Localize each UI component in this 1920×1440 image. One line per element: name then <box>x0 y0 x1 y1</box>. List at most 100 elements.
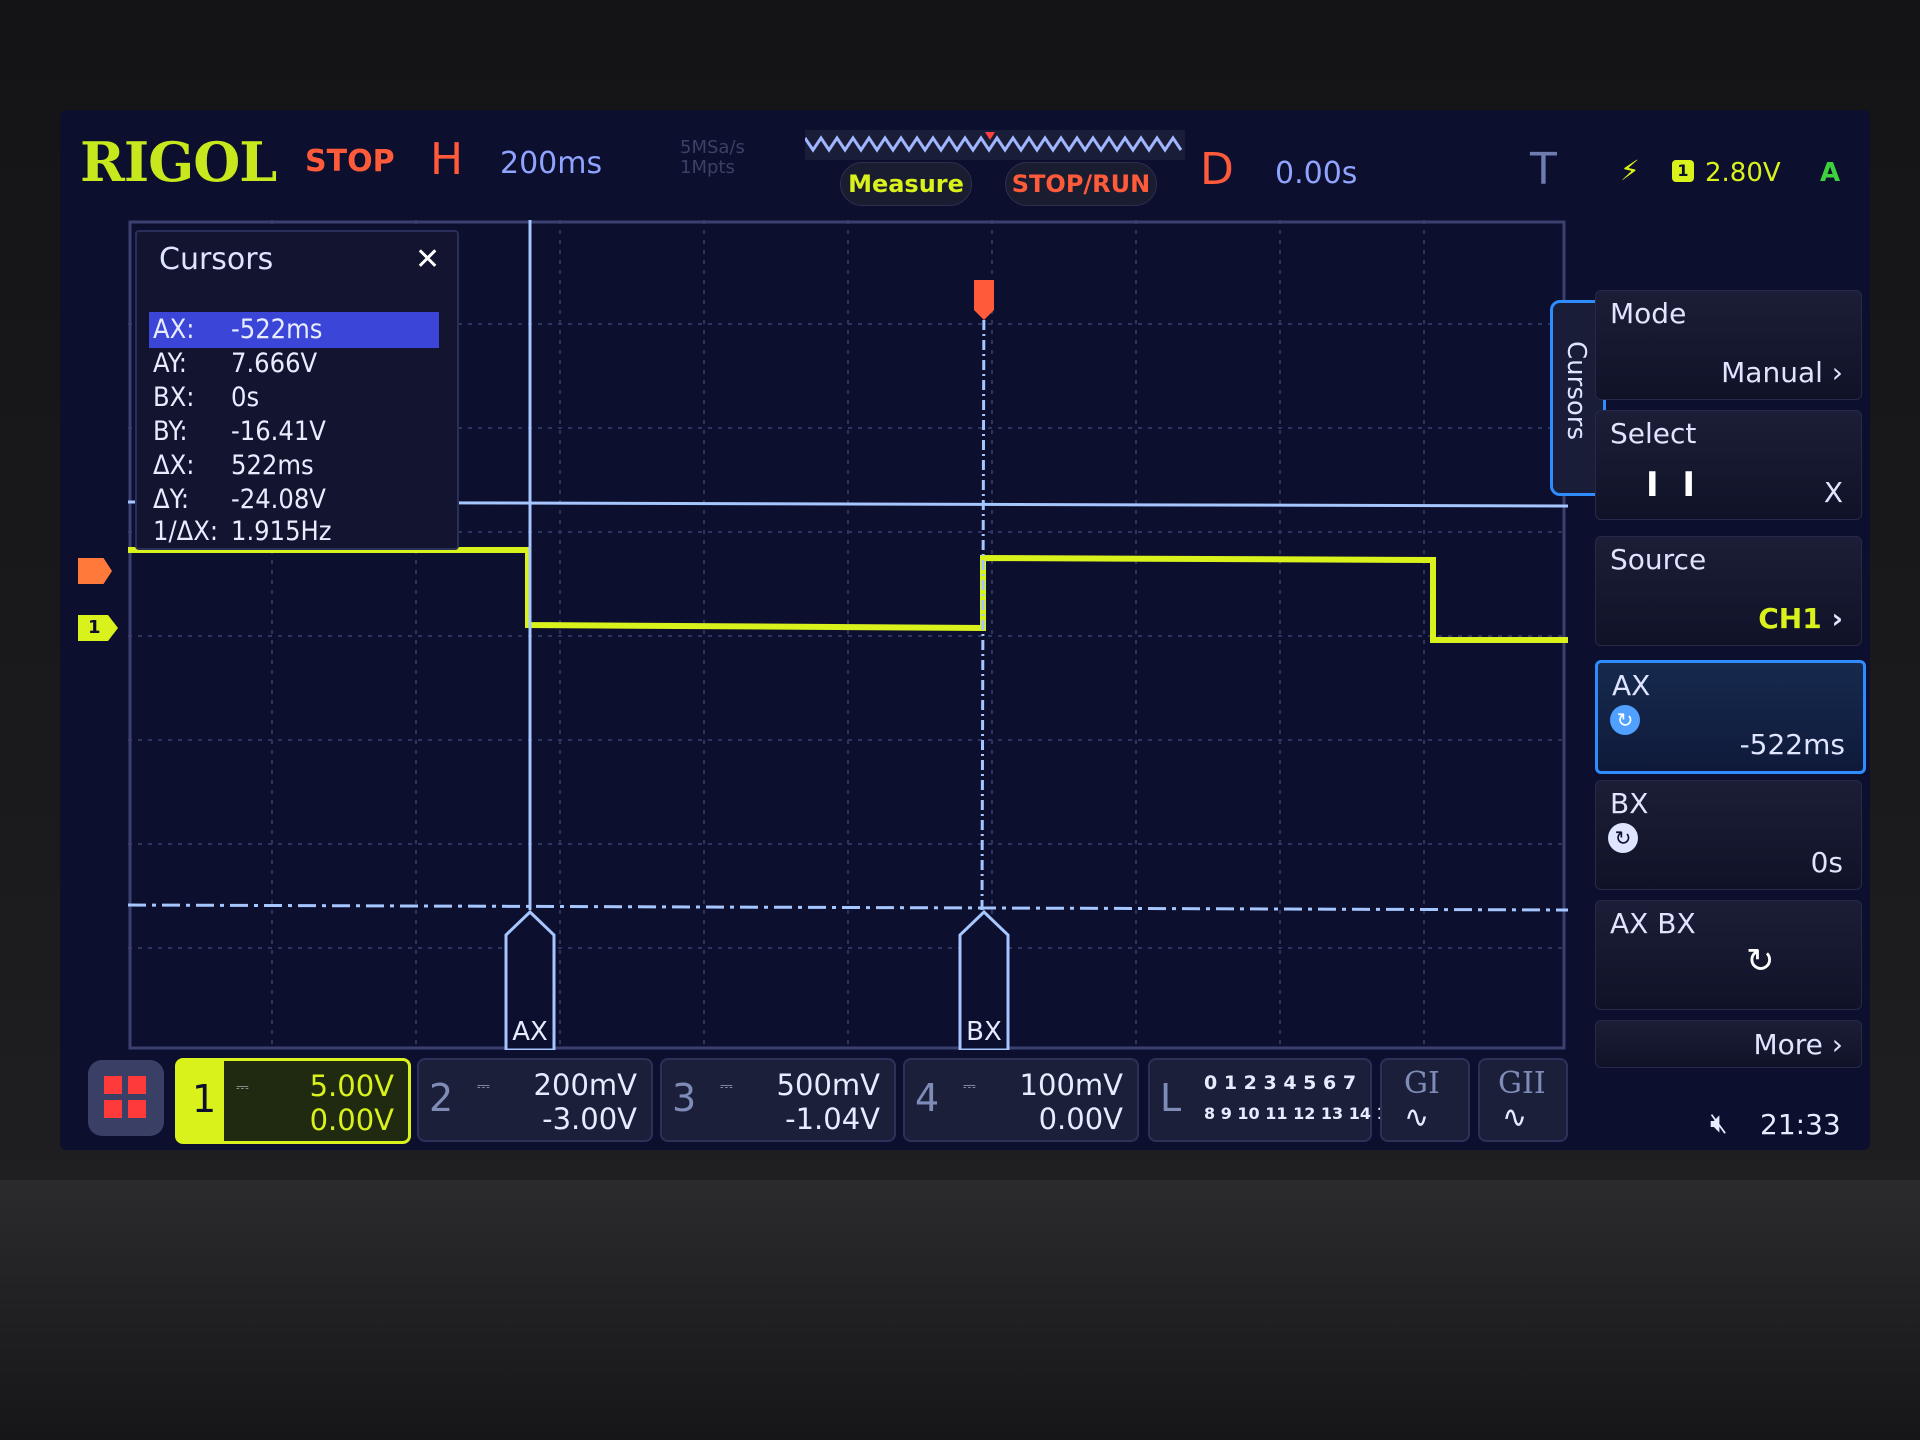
dc-coupling-icon: ⎓ <box>720 1076 733 1095</box>
mode-value: Manual › <box>1721 356 1843 389</box>
grid-icon-cell <box>104 1100 122 1118</box>
trigger-channel-badge: 1 <box>1672 160 1694 182</box>
chevron-right-icon: › <box>1831 1028 1843 1061</box>
sine-wave-icon: ∿ <box>1502 1100 1528 1135</box>
chevron-right-icon: › <box>1831 602 1843 635</box>
channel-scale: 5.00V <box>309 1069 394 1103</box>
logic-analyzer-box[interactable]: L 0 1 2 3 4 5 6 7 8 9 10 11 12 13 14 15 <box>1148 1058 1399 1142</box>
trigger-level[interactable]: 2.80V <box>1705 158 1781 188</box>
vertical-cursor-pair-icon: I I <box>1646 465 1695 505</box>
generator-2-label: GII <box>1498 1066 1546 1101</box>
cursor-key: ΔX: <box>153 450 195 481</box>
channel-scale: 100mV <box>1019 1068 1123 1102</box>
channel-offset: 0.00V <box>1038 1102 1123 1136</box>
cursor-value: 522ms <box>231 450 314 481</box>
ch1-offset-marker[interactable]: 1 <box>78 615 118 641</box>
run-state: STOP <box>305 144 395 179</box>
memory-overview[interactable] <box>805 130 1185 160</box>
sample-rate: 5MSa/s <box>680 137 745 158</box>
menu-mode[interactable]: Mode Manual › <box>1595 290 1862 400</box>
mode-label: Mode <box>1610 297 1687 330</box>
cursor-row-ay: AY: 7.666V <box>147 348 437 380</box>
sample-info: 5MSa/s 1Mpts <box>680 138 745 178</box>
trigger-mode: A <box>1820 158 1841 188</box>
ax-value: -522ms <box>1739 728 1845 761</box>
channel-4-box[interactable]: 4 ⎓ 100mV 0.00V <box>903 1058 1139 1142</box>
navigation-button[interactable] <box>88 1060 164 1136</box>
scope-screen: RIGOL STOP H 200ms 5MSa/s 1Mpts Measure … <box>60 110 1870 1150</box>
bx-value: 0s <box>1810 846 1843 879</box>
knob-icon: ↻ <box>1746 941 1775 981</box>
cursor-key: ΔY: <box>153 484 190 515</box>
select-label: Select <box>1610 417 1697 450</box>
cursor-key: BY: <box>153 416 188 447</box>
grid-icon-cell <box>128 1076 146 1094</box>
cursor-value: 0s <box>231 382 260 413</box>
cursor-row-by: BY: -16.41V <box>147 416 437 448</box>
channel-offset: -1.04V <box>785 1102 880 1136</box>
dc-coupling-icon: ⎓ <box>236 1077 249 1096</box>
cursor-key: BX: <box>153 382 195 413</box>
cursor-readout-panel: Cursors ✕ AX: -522ms AY: 7.666V BX: 0s BY: -… <box>135 230 459 550</box>
sine-wave-icon: ∿ <box>1404 1100 1430 1135</box>
ax-label: AX <box>1612 669 1651 702</box>
channel-number: 4 <box>915 1076 940 1120</box>
logic-channels-row2: 8 9 10 11 12 13 14 15 <box>1204 1104 1399 1123</box>
channel-scale: 200mV <box>533 1068 637 1102</box>
channel-3-box[interactable]: 3 ⎓ 500mV -1.04V <box>660 1058 896 1142</box>
menu-tab-label: Cursors <box>1561 341 1591 441</box>
grid-icon-cell <box>128 1100 146 1118</box>
cursors-menu: Cursors Mode Manual › Select I I X Sourc… <box>1550 210 1866 1070</box>
trigger-edge-icon: ⚡ <box>1620 154 1640 187</box>
logic-channels-row1: 0 1 2 3 4 5 6 7 <box>1204 1072 1357 1094</box>
grid-icon <box>104 1076 122 1094</box>
delay-label: D <box>1200 144 1234 195</box>
channel-number: 1 <box>192 1077 217 1121</box>
cursor-key: AX: <box>153 314 195 345</box>
brand-logo: RIGOL <box>80 130 277 194</box>
channel-scale: 500mV <box>776 1068 880 1102</box>
close-icon[interactable]: ✕ <box>415 242 440 277</box>
speaker-muted-icon[interactable]: 🔇︎ <box>1710 1106 1728 1140</box>
clock: 21:33 <box>1760 1108 1841 1141</box>
dc-coupling-icon: ⎓ <box>477 1076 490 1095</box>
bx-label: BX <box>1610 787 1649 820</box>
select-value: X <box>1823 476 1843 509</box>
cursor-row-freq: 1/ΔX: 1.915Hz <box>147 516 437 548</box>
cursor-value: 7.666V <box>231 348 318 379</box>
menu-bx[interactable]: BX ↻ 0s <box>1595 780 1862 890</box>
channel-1-box[interactable]: 1 ⎓ 5.00V 0.00V <box>175 1058 411 1144</box>
cursor-row-bx: BX: 0s <box>147 382 437 414</box>
timebase-value[interactable]: 200ms <box>500 146 602 181</box>
cursor-value: 1.915Hz <box>231 516 332 547</box>
stop-run-button[interactable]: STOP/RUN <box>1005 162 1157 206</box>
chevron-right-icon: › <box>1831 356 1843 389</box>
ch-offset-marker-orange[interactable] <box>78 558 112 584</box>
menu-source[interactable]: Source CH1 › <box>1595 536 1862 646</box>
cursor-row-ax: AX: -522ms <box>147 314 437 346</box>
channel-number: 2 <box>429 1076 454 1120</box>
horizontal-label: H <box>430 134 464 185</box>
cursor-value: -24.08V <box>231 484 326 515</box>
menu-select[interactable]: Select I I X <box>1595 410 1862 520</box>
measure-button[interactable]: Measure <box>840 162 972 206</box>
knob-icon: ↻ <box>1610 705 1640 735</box>
channel-offset: -3.00V <box>542 1102 637 1136</box>
menu-axbx[interactable]: AX BX ↻ <box>1595 900 1862 1010</box>
generator-2-box[interactable]: GII ∿ <box>1478 1058 1568 1142</box>
more-label: More › <box>1753 1028 1843 1061</box>
generator-1-label: GI <box>1404 1066 1440 1101</box>
source-value: CH1 › <box>1758 602 1843 635</box>
ax-tag-label: AX <box>512 1017 548 1047</box>
delay-value[interactable]: 0.00s <box>1275 156 1357 191</box>
cursor-panel-title: Cursors <box>159 242 274 277</box>
cursor-row-dx: ΔX: 522ms <box>147 450 437 482</box>
source-label: Source <box>1610 543 1707 576</box>
knob-icon: ↻ <box>1608 823 1638 853</box>
channel-offset: 0.00V <box>309 1103 394 1137</box>
generator-1-box[interactable]: GI ∿ <box>1380 1058 1470 1142</box>
channel-2-box[interactable]: 2 ⎓ 200mV -3.00V <box>417 1058 653 1142</box>
menu-more[interactable]: More › <box>1595 1020 1862 1068</box>
menu-ax[interactable]: AX ↻ -522ms <box>1595 660 1866 774</box>
trigger-label: T <box>1530 144 1557 195</box>
